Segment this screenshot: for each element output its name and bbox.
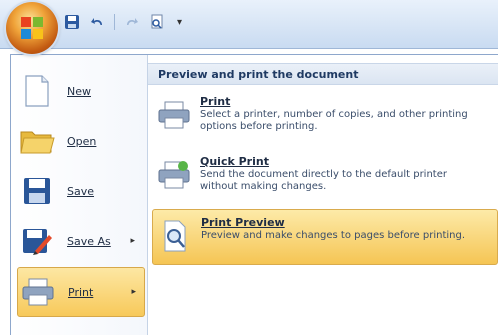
option-print-preview-title: Print Preview <box>201 216 285 229</box>
menu-item-save-label: Save <box>67 184 95 198</box>
open-folder-icon <box>17 121 57 161</box>
undo-icon[interactable] <box>88 12 108 32</box>
option-quick-print[interactable]: Quick Print Send the document directly t… <box>152 149 498 205</box>
menu-item-open-label: Open <box>67 134 97 148</box>
option-quick-print-desc: Send the document directly to the defaul… <box>200 169 447 192</box>
quick-print-icon <box>154 155 194 195</box>
new-document-icon <box>17 71 57 111</box>
menu-item-new[interactable]: New <box>17 67 143 115</box>
submenu-header: Preview and print the document <box>148 63 498 85</box>
menu-item-new-label: New <box>67 84 91 98</box>
printer-icon <box>154 95 194 135</box>
save-as-icon <box>17 221 57 261</box>
menu-item-print-label: Print <box>68 285 94 299</box>
submenu-arrow-icon: ▸ <box>131 287 136 297</box>
save-disk-icon <box>17 171 57 211</box>
magnifier-page-icon <box>155 216 195 256</box>
office-menu: New Open Save Save As ▸ Print ▸ Preview … <box>10 54 498 335</box>
qat-separator <box>114 14 115 30</box>
title-bar: ▾ <box>0 0 498 49</box>
menu-item-save-as[interactable]: Save As ▸ <box>17 217 143 265</box>
option-print-desc: Select a printer, number of copies, and … <box>200 109 468 132</box>
qat-dropdown-icon[interactable]: ▾ <box>177 17 182 28</box>
menu-item-print[interactable]: Print ▸ <box>17 267 145 317</box>
office-menu-left-pane: New Open Save Save As ▸ Print ▸ <box>11 55 148 335</box>
save-icon[interactable] <box>62 12 82 32</box>
submenu-arrow-icon: ▸ <box>130 236 135 246</box>
office-menu-right-pane: Preview and print the document Print Sel… <box>148 55 498 335</box>
option-print[interactable]: Print Select a printer, number of copies… <box>152 89 498 145</box>
menu-item-save[interactable]: Save <box>17 167 143 215</box>
option-print-preview-desc: Preview and make changes to pages before… <box>201 230 466 241</box>
menu-item-save-as-label: Save As <box>67 234 111 248</box>
quick-access-toolbar: ▾ <box>62 10 182 34</box>
print-preview-icon[interactable] <box>147 12 167 32</box>
option-print-title: Print <box>200 95 231 108</box>
menu-item-open[interactable]: Open <box>17 117 143 165</box>
office-logo-icon <box>21 17 43 39</box>
office-button[interactable] <box>6 2 58 54</box>
option-print-preview[interactable]: Print Preview Preview and make changes t… <box>152 209 498 265</box>
redo-icon[interactable] <box>121 12 141 32</box>
option-quick-print-title: Quick Print <box>200 155 269 168</box>
printer-icon <box>18 272 58 312</box>
